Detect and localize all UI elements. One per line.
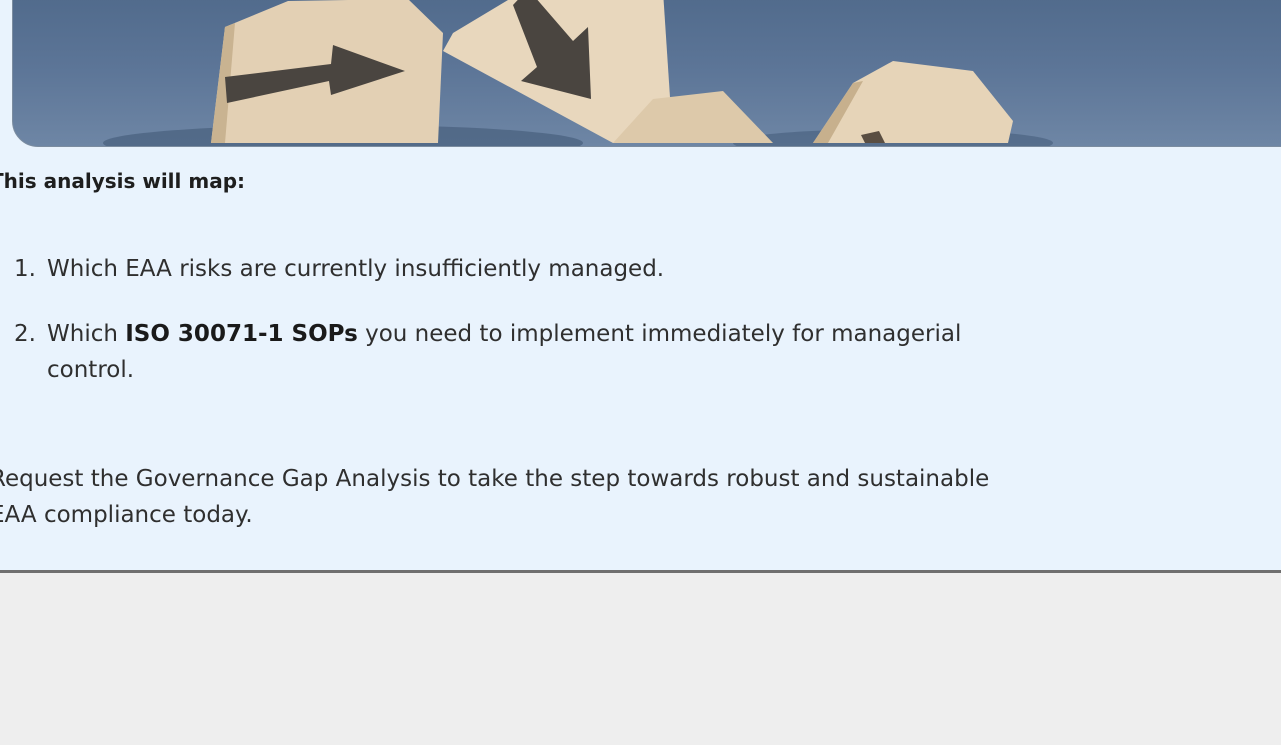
list-item-prefix: Which xyxy=(47,321,126,347)
sop-emphasis: ISO 30071-1 SOPs xyxy=(125,321,358,347)
list-item-suffix: you need to implement immediately for ma… xyxy=(357,321,962,347)
hero-image xyxy=(12,0,1281,147)
list-item-continuation: control. xyxy=(47,357,135,383)
list-item: 2. Which ISO 30071-1 SOPs you need to im… xyxy=(14,316,962,388)
outro-line-1: Request the Governance Gap Analysis to t… xyxy=(0,466,990,492)
list-item-text: Which EAA risks are currently insufficie… xyxy=(47,256,665,282)
content-panel: This analysis will map: 1. Which EAA ris… xyxy=(0,0,1281,573)
list-number: 1. xyxy=(14,256,36,282)
call-to-action-text: Request the Governance Gap Analysis to t… xyxy=(0,461,1281,533)
list-item: 1. Which EAA risks are currently insuffi… xyxy=(14,251,665,287)
wooden-blocks-arrows-image xyxy=(103,0,1053,146)
section-heading: This analysis will map: xyxy=(0,169,246,193)
outro-line-2: EAA compliance today. xyxy=(0,502,253,528)
list-number: 2. xyxy=(14,321,36,347)
